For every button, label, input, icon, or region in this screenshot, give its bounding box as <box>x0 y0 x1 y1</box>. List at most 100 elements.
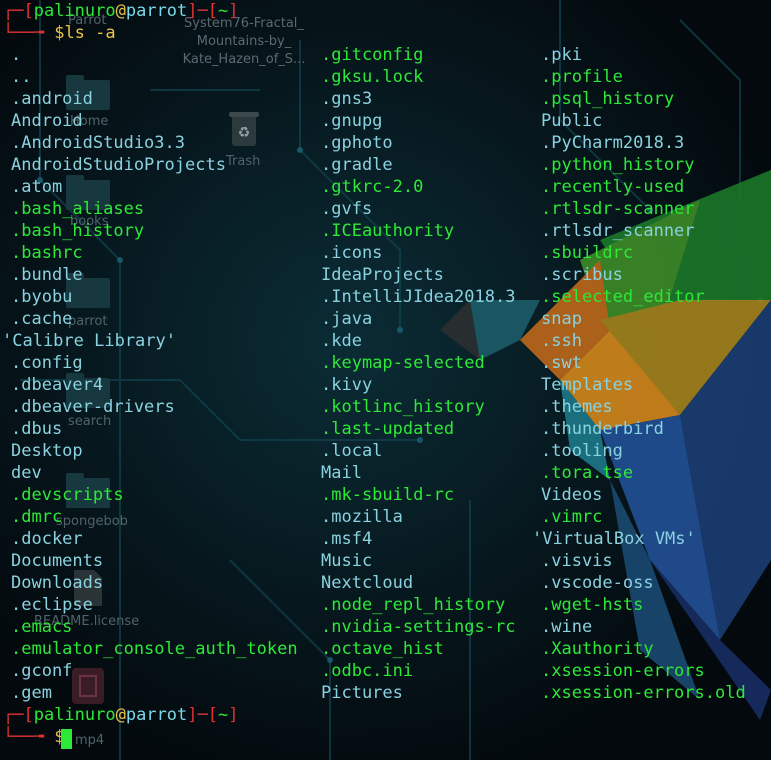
text-cursor <box>61 729 72 749</box>
directory-entry: Nextcloud <box>321 573 414 593</box>
prompt-bracket: ┌─[ <box>3 705 34 725</box>
directory-entry: .bundle <box>11 265 83 285</box>
directory-entry: .local <box>321 441 383 461</box>
directory-entry: .PyCharm2018.3 <box>541 133 685 153</box>
file-entry: .profile <box>541 67 623 87</box>
directory-entry: .gnupg <box>321 111 383 131</box>
file-entry: .devscripts <box>11 485 124 505</box>
directory-entry: .swt <box>541 353 582 373</box>
file-entry: .gtkrc-2.0 <box>321 177 424 197</box>
directory-entry: Public <box>541 111 603 131</box>
file-entry: .sbuildrc <box>541 243 634 263</box>
directory-entry: .dbeaver-drivers <box>11 397 175 417</box>
file-entry: .emulator_console_auth_token <box>11 639 298 659</box>
directory-entry: .gvfs <box>321 199 373 219</box>
file-entry: .vimrc <box>541 507 603 527</box>
directory-entry: Android <box>11 111 83 131</box>
prompt-bracket: ] <box>228 1 239 21</box>
directory-entry: Music <box>321 551 373 571</box>
command-line: └──╼ $ls -a <box>3 22 116 44</box>
directory-entry: .msf4 <box>321 529 373 549</box>
directory-entry: .themes <box>541 397 613 417</box>
directory-entry: .gradle <box>321 155 393 175</box>
file-entry: .python_history <box>541 155 695 175</box>
directory-entry: dev <box>11 463 42 483</box>
directory-entry: .icons <box>321 243 383 263</box>
prompt-user: palinuro <box>33 705 116 725</box>
directory-entry: .gns3 <box>321 89 373 109</box>
prompt-at: @ <box>115 705 126 725</box>
directory-entry: .docker <box>11 529 83 549</box>
directory-entry: .gphoto <box>321 133 393 153</box>
directory-entry: .rtlsdr_scanner <box>541 221 695 241</box>
command-text: ls -a <box>64 23 116 43</box>
directory-entry: Documents <box>11 551 104 571</box>
file-entry: .odbc.ini <box>321 661 414 681</box>
directory-entry: .. <box>11 67 32 87</box>
directory-entry: .android <box>11 89 93 109</box>
directory-entry: .eclipse <box>11 595 93 615</box>
file-entry: .node_repl_history <box>321 595 506 615</box>
directory-entry: .tooling <box>541 441 623 461</box>
file-entry: .tora.tse <box>541 463 634 483</box>
directory-entry: .pki <box>541 45 582 65</box>
file-entry: .octave_hist <box>321 639 444 659</box>
directory-entry: .config <box>11 353 83 373</box>
file-entry: .xsession-errors <box>541 661 705 681</box>
prompt-path: ~ <box>218 705 229 725</box>
file-entry: .mk-sbuild-rc <box>321 485 455 505</box>
directory-entry: .atom <box>11 177 63 197</box>
file-entry: .recently-used <box>541 177 685 197</box>
file-entry: .bash_history <box>11 221 145 241</box>
prompt-line-1: ┌─[palinuro@parrot]─[~] <box>3 0 239 22</box>
prompt-bracket: ]─[ <box>187 1 218 21</box>
file-entry: .kotlinc_history <box>321 397 485 417</box>
directory-entry: snap <box>541 309 582 329</box>
directory-entry: AndroidStudioProjects <box>11 155 226 175</box>
file-entry: .emacs <box>11 617 73 637</box>
directory-entry: Downloads <box>11 573 104 593</box>
directory-entry: .gconf <box>11 661 73 681</box>
prompt-user: palinuro <box>33 1 116 21</box>
directory-entry: IdeaProjects <box>321 265 444 285</box>
directory-entry: 'VirtualBox VMs' <box>532 529 696 549</box>
prompt-corner: └──╼ <box>3 727 55 747</box>
directory-entry: Mail <box>321 463 362 483</box>
directory-entry: .dbus <box>11 419 63 439</box>
prompt-host: parrot <box>125 705 188 725</box>
file-entry: .gitconfig <box>321 45 424 65</box>
prompt-line-2: ┌─[palinuro@parrot]─[~] <box>3 704 239 726</box>
directory-entry: .kde <box>321 331 362 351</box>
file-entry: .psql_history <box>541 89 675 109</box>
directory-entry: .ssh <box>541 331 582 351</box>
file-entry: .bashrc <box>11 243 83 263</box>
prompt-host: parrot <box>125 1 188 21</box>
file-entry: .wget-hsts <box>541 595 644 615</box>
directory-entry: Videos <box>541 485 603 505</box>
directory-entry: .byobu <box>11 287 73 307</box>
prompt-corner: └──╼ <box>3 23 55 43</box>
file-entry: .ICEauthority <box>321 221 455 241</box>
prompt-dollar: $ <box>54 23 65 43</box>
directory-entry: .cache <box>11 309 73 329</box>
directory-entry: Templates <box>541 375 634 395</box>
file-entry: .selected_editor <box>541 287 705 307</box>
terminal-window[interactable]: ┌─[palinuro@parrot]─[~] └──╼ $ls -a ....… <box>0 0 771 760</box>
file-entry: .rtlsdr-scanner <box>541 199 695 219</box>
directory-entry: .scribus <box>541 265 623 285</box>
file-entry: .keymap-selected <box>321 353 485 373</box>
directory-entry: 'Calibre Library' <box>2 331 176 351</box>
file-entry: .gksu.lock <box>321 67 424 87</box>
file-entry: .last-updated <box>321 419 455 439</box>
directory-entry: .IntelliJIdea2018.3 <box>321 287 516 307</box>
directory-entry: .visvis <box>541 551 613 571</box>
file-entry: .Xauthority <box>541 639 654 659</box>
file-entry: .dmrc <box>11 507 63 527</box>
directory-entry: .mozilla <box>321 507 403 527</box>
directory-entry: .vscode-oss <box>541 573 654 593</box>
directory-entry: .kivy <box>321 375 373 395</box>
directory-entry: Pictures <box>321 683 403 703</box>
directory-entry: .wine <box>541 617 593 637</box>
directory-entry: .AndroidStudio3.3 <box>11 133 185 153</box>
input-line[interactable]: └──╼ $ <box>3 726 64 748</box>
